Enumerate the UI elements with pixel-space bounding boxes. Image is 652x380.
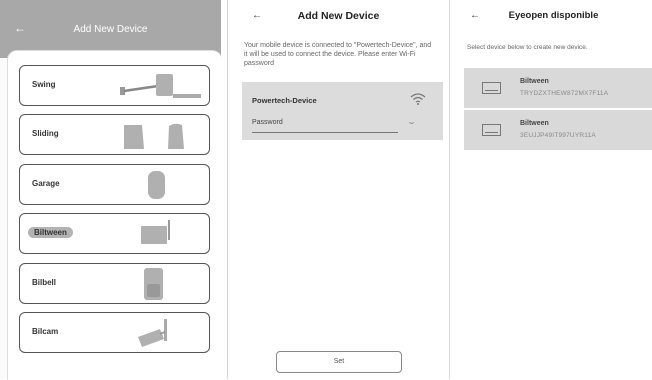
garage-opener-icon [148, 171, 165, 199]
discovered-device-item[interactable]: Biltween 3EUJJP49IT997UYR11A [464, 110, 652, 150]
page-title: Add New Device [297, 10, 380, 22]
page-title: Eyeopen disponible [508, 10, 599, 21]
header-bar: ← Add New Device [234, 0, 443, 30]
wifi-form: Powertech-Device Password ⌣ [242, 82, 443, 140]
password-field[interactable]: Password [252, 119, 283, 126]
sliding-gate-icon [124, 123, 184, 149]
camera-icon [138, 319, 167, 347]
device-id: 3EUJJP49IT997UYR11A [520, 132, 596, 139]
set-button[interactable]: Set [276, 351, 402, 373]
wifi-icon [410, 93, 426, 105]
biltween-hub-icon [141, 220, 170, 244]
add-device-screen: ← Add New Device Swing Sliding Garage Bi… [0, 0, 222, 380]
network-name: Powertech-Device [252, 96, 317, 105]
device-label: Garage [32, 179, 60, 188]
instruction-text: Select device below to create new device… [467, 44, 588, 51]
device-card-bilcam[interactable]: Bilcam [19, 312, 210, 353]
device-label: Sliding [32, 129, 59, 138]
discovered-device-item[interactable]: Biltween TRYDZXTHEW872MX7F11A [464, 68, 652, 108]
wifi-password-screen: ← Add New Device Your mobile device is c… [234, 0, 443, 379]
hub-device-icon [482, 124, 501, 136]
device-name: Biltween [520, 78, 549, 85]
device-card-swing[interactable]: Swing [19, 65, 210, 106]
hub-device-icon [482, 82, 501, 94]
device-card-garage[interactable]: Garage [19, 164, 210, 205]
device-card-sliding[interactable]: Sliding [19, 114, 210, 155]
device-label: Bilcam [32, 327, 59, 336]
device-name: Biltween [520, 120, 549, 127]
panel-divider [449, 0, 450, 379]
page-title: Add New Device [73, 24, 148, 35]
device-label: Bilbell [32, 278, 57, 287]
panel-divider [227, 0, 228, 379]
doorbell-icon [144, 268, 163, 300]
device-label-selected: Biltween [28, 227, 73, 238]
swing-gate-icon [120, 74, 201, 98]
connection-info-text: Your mobile device is connected to "Powe… [244, 42, 432, 67]
device-discovery-screen: ← Eyeopen disponible Select device below… [455, 0, 652, 379]
device-id: TRYDZXTHEW872MX7F11A [520, 90, 609, 97]
show-password-eye-icon[interactable]: ⌣ [409, 118, 414, 128]
device-card-bilbell[interactable]: Bilbell [19, 263, 210, 304]
password-underline [252, 132, 398, 133]
device-card-biltween[interactable]: Biltween [19, 213, 210, 254]
device-label: Swing [32, 80, 56, 89]
